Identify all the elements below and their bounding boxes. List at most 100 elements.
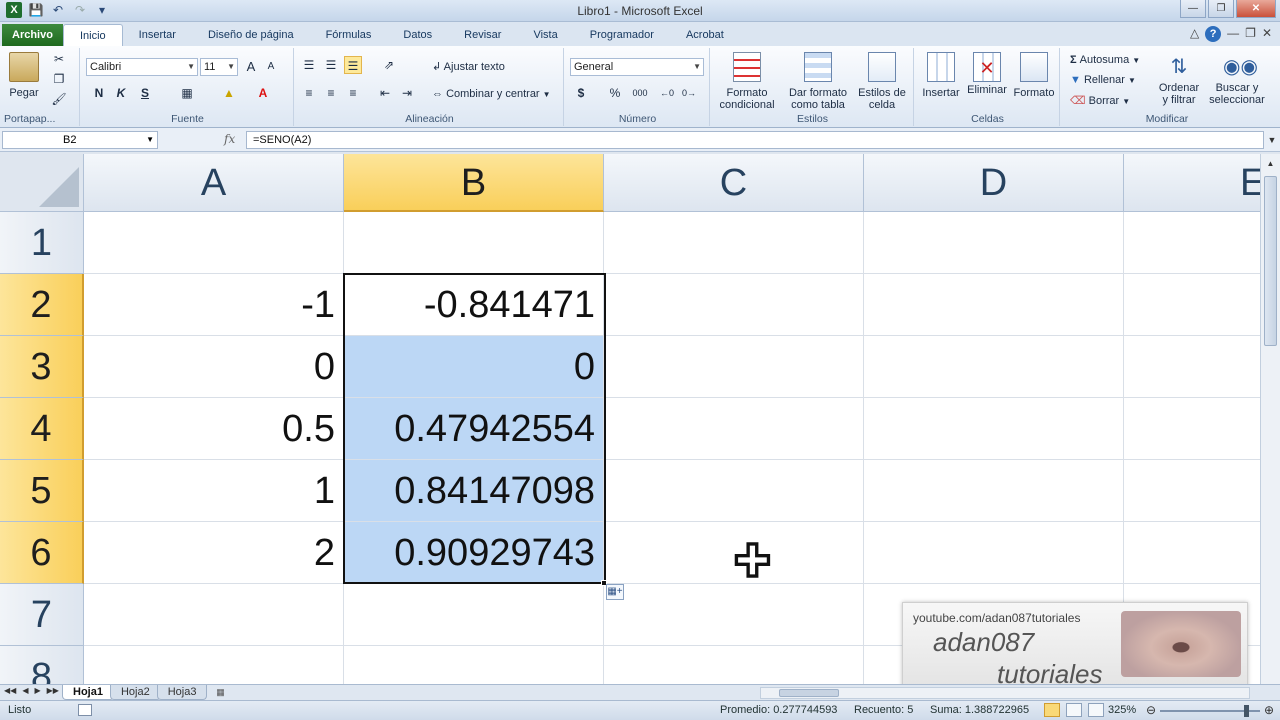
zoom-knob[interactable] xyxy=(1244,705,1249,717)
fill-button[interactable]: ▼ Rellenar ▼ xyxy=(1070,74,1136,86)
horizontal-scrollbar[interactable] xyxy=(760,687,1250,699)
format-cells-button[interactable]: Formato xyxy=(1010,52,1058,99)
row-header-8[interactable]: 8 xyxy=(0,646,84,684)
name-box[interactable]: B2 ▼ xyxy=(2,131,158,149)
tab-revisar[interactable]: Revisar xyxy=(448,24,517,46)
delete-cells-button[interactable]: ✕ Eliminar xyxy=(964,52,1010,96)
decrease-indent-icon[interactable]: ⇤ xyxy=(376,84,394,102)
bold-button[interactable]: N xyxy=(90,84,108,102)
cell-b2[interactable]: -0.841471 xyxy=(344,274,604,336)
insert-cells-button[interactable]: Insertar xyxy=(918,52,964,99)
cell-a8[interactable] xyxy=(84,646,344,684)
tab-vista[interactable]: Vista xyxy=(517,24,573,46)
align-center-icon[interactable]: ≡ xyxy=(322,84,340,102)
cell-d1[interactable] xyxy=(864,212,1124,274)
row-header-7[interactable]: 7 xyxy=(0,584,84,646)
macro-record-icon[interactable] xyxy=(78,704,92,716)
cell-d6[interactable] xyxy=(864,522,1124,584)
formula-input[interactable]: =SENO(A2) xyxy=(246,131,1264,149)
cell-a5[interactable]: 1 xyxy=(84,460,344,522)
cell-e3[interactable] xyxy=(1124,336,1260,398)
cell-d4[interactable] xyxy=(864,398,1124,460)
font-name-select[interactable]: Calibri ▼ xyxy=(86,58,198,76)
cell-c2[interactable] xyxy=(604,274,864,336)
row-header-2[interactable]: 2 xyxy=(0,274,84,336)
row-header-1[interactable]: 1 xyxy=(0,212,84,274)
zoom-level[interactable]: 325% xyxy=(1108,704,1136,716)
cell-d5[interactable] xyxy=(864,460,1124,522)
tab-archivo[interactable]: Archivo xyxy=(2,24,63,46)
merge-center-button[interactable]: ⇔ Combinar y centrar ▼ xyxy=(432,88,551,100)
column-header-d[interactable]: D xyxy=(864,154,1124,212)
tab-inicio[interactable]: Inicio xyxy=(62,24,123,46)
scroll-up-icon[interactable]: ▲ xyxy=(1264,158,1277,170)
tab-acrobat[interactable]: Acrobat xyxy=(670,24,740,46)
tab-insertar[interactable]: Insertar xyxy=(123,24,192,46)
find-select-button[interactable]: ◉◉ Buscar y seleccionar xyxy=(1204,52,1270,106)
minimize-ribbon-icon[interactable]: △ xyxy=(1190,26,1199,42)
cell-d3[interactable] xyxy=(864,336,1124,398)
thousands-button[interactable]: 000 xyxy=(628,84,652,102)
borders-icon[interactable]: ▦ xyxy=(178,84,196,102)
tab-formulas[interactable]: Fórmulas xyxy=(310,24,388,46)
row-header-6[interactable]: 6 xyxy=(0,522,84,584)
sheet-tab-hoja2[interactable]: Hoja2 xyxy=(109,685,161,700)
first-sheet-icon[interactable]: ◀◀ xyxy=(4,686,16,695)
increase-indent-icon[interactable]: ⇥ xyxy=(398,84,416,102)
orientation-icon[interactable]: ⇗ xyxy=(380,56,398,74)
select-all-button[interactable] xyxy=(0,154,84,212)
percent-button[interactable]: % xyxy=(606,84,624,102)
cell-e6[interactable] xyxy=(1124,522,1260,584)
last-sheet-icon[interactable]: ▶▶ xyxy=(47,686,59,695)
vertical-scroll-thumb[interactable] xyxy=(1264,176,1277,346)
grow-font-button[interactable]: A xyxy=(242,58,260,76)
tab-datos[interactable]: Datos xyxy=(387,24,448,46)
cell-e1[interactable] xyxy=(1124,212,1260,274)
cell-styles-button[interactable]: Estilos de celda xyxy=(852,52,912,111)
expand-formula-icon[interactable]: ▼ xyxy=(1266,131,1278,149)
tab-programador[interactable]: Programador xyxy=(574,24,670,46)
copy-icon[interactable]: ❐ xyxy=(50,70,68,88)
cell-a3[interactable]: 0 xyxy=(84,336,344,398)
underline-button[interactable]: S xyxy=(136,84,154,102)
align-top-icon[interactable]: ☰ xyxy=(300,56,318,74)
cell-e5[interactable] xyxy=(1124,460,1260,522)
autosum-button[interactable]: Σ Autosuma ▼ xyxy=(1070,54,1140,66)
cell-c7[interactable] xyxy=(604,584,864,646)
decrease-decimal-icon[interactable]: 0→ xyxy=(680,84,698,102)
format-as-table-button[interactable]: Dar formato como tabla xyxy=(784,52,852,111)
page-break-view-icon[interactable] xyxy=(1088,703,1104,717)
cell-a2[interactable]: -1 xyxy=(84,274,344,336)
font-color-icon[interactable]: A xyxy=(254,84,272,102)
new-sheet-icon[interactable]: ▦ xyxy=(209,685,231,700)
conditional-format-button[interactable]: Formato condicional xyxy=(714,52,780,111)
align-bottom-icon[interactable]: ☰ xyxy=(344,56,362,74)
workbook-restore-icon[interactable]: ❐ xyxy=(1245,26,1256,42)
fill-color-icon[interactable]: ▲ xyxy=(220,84,238,102)
column-header-a[interactable]: A xyxy=(84,154,344,212)
cell-e2[interactable] xyxy=(1124,274,1260,336)
insert-function-icon[interactable]: fx xyxy=(224,132,235,146)
align-left-icon[interactable]: ≡ xyxy=(300,84,318,102)
maximize-button[interactable]: ❐ xyxy=(1208,0,1234,18)
cell-b3[interactable]: 0 xyxy=(344,336,604,398)
cell-b6[interactable]: 0.90929743 xyxy=(344,522,604,584)
increase-decimal-icon[interactable]: ←0 xyxy=(658,84,676,102)
zoom-in-icon[interactable]: ⊕ xyxy=(1264,703,1274,717)
sheet-tab-hoja3[interactable]: Hoja3 xyxy=(156,685,208,700)
prev-sheet-icon[interactable]: ◀ xyxy=(22,686,28,695)
cell-a4[interactable]: 0.5 xyxy=(84,398,344,460)
cell-a7[interactable] xyxy=(84,584,344,646)
column-header-c[interactable]: C xyxy=(604,154,864,212)
cell-a1[interactable] xyxy=(84,212,344,274)
normal-view-icon[interactable] xyxy=(1044,703,1060,717)
column-header-e[interactable]: E xyxy=(1124,154,1260,212)
autofill-options-icon[interactable]: ▦+ xyxy=(606,584,624,600)
italic-button[interactable]: K xyxy=(112,84,130,102)
tab-diseno-pagina[interactable]: Diseño de página xyxy=(192,24,310,46)
format-painter-icon[interactable]: 🖌 xyxy=(50,90,68,108)
cell-d2[interactable] xyxy=(864,274,1124,336)
sort-filter-button[interactable]: ⇅ Ordenar y filtrar xyxy=(1154,52,1204,106)
shrink-font-button[interactable]: A xyxy=(262,58,280,76)
cell-b8[interactable] xyxy=(344,646,604,684)
